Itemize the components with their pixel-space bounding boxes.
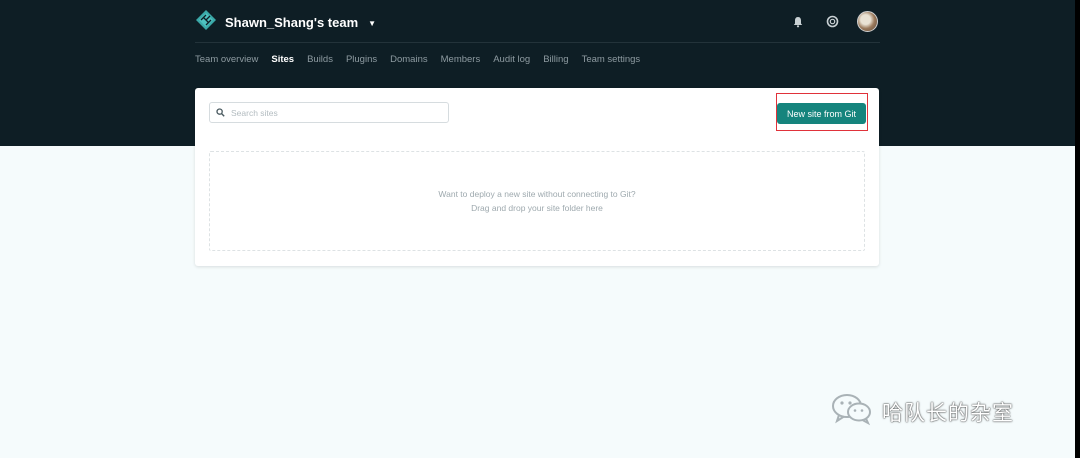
avatar[interactable] [857,11,878,32]
watermark: 哈队长的杂室 [830,392,1014,431]
window-edge [1075,0,1080,458]
team-switcher[interactable]: Shawn_Shang's team ▼ [195,9,377,36]
tab-builds[interactable]: Builds [307,54,333,65]
new-site-from-git-button[interactable]: New site from Git [777,103,866,124]
tab-domains[interactable]: Domains [390,54,428,65]
tab-audit-log[interactable]: Audit log [493,54,530,65]
drop-zone-instruction: Drag and drop your site folder here [471,203,603,213]
team-name: Shawn_Shang's team [225,14,359,30]
search-input[interactable] [231,107,431,118]
tab-team-settings[interactable]: Team settings [582,54,641,65]
sites-card: New site from Git Want to deploy a new s… [195,88,879,266]
site-drop-zone[interactable]: Want to deploy a new site without connec… [209,151,865,251]
team-nav: Team overview Sites Builds Plugins Domai… [195,54,640,65]
chevron-down-icon: ▼ [368,18,377,28]
header-divider [195,42,880,43]
tab-members[interactable]: Members [441,54,481,65]
drop-zone-prompt: Want to deploy a new site without connec… [438,189,636,199]
search-box[interactable] [209,102,449,123]
tab-team-overview[interactable]: Team overview [195,54,258,65]
header-actions [789,11,878,32]
tab-sites[interactable]: Sites [271,54,294,65]
bell-icon[interactable] [789,13,807,31]
help-icon[interactable] [823,13,841,31]
watermark-text: 哈队长的杂室 [882,400,1014,425]
netlify-logo-icon [195,9,217,36]
wechat-icon [830,392,874,431]
tab-plugins[interactable]: Plugins [346,54,377,65]
tab-billing[interactable]: Billing [543,54,568,65]
search-icon [216,104,225,122]
